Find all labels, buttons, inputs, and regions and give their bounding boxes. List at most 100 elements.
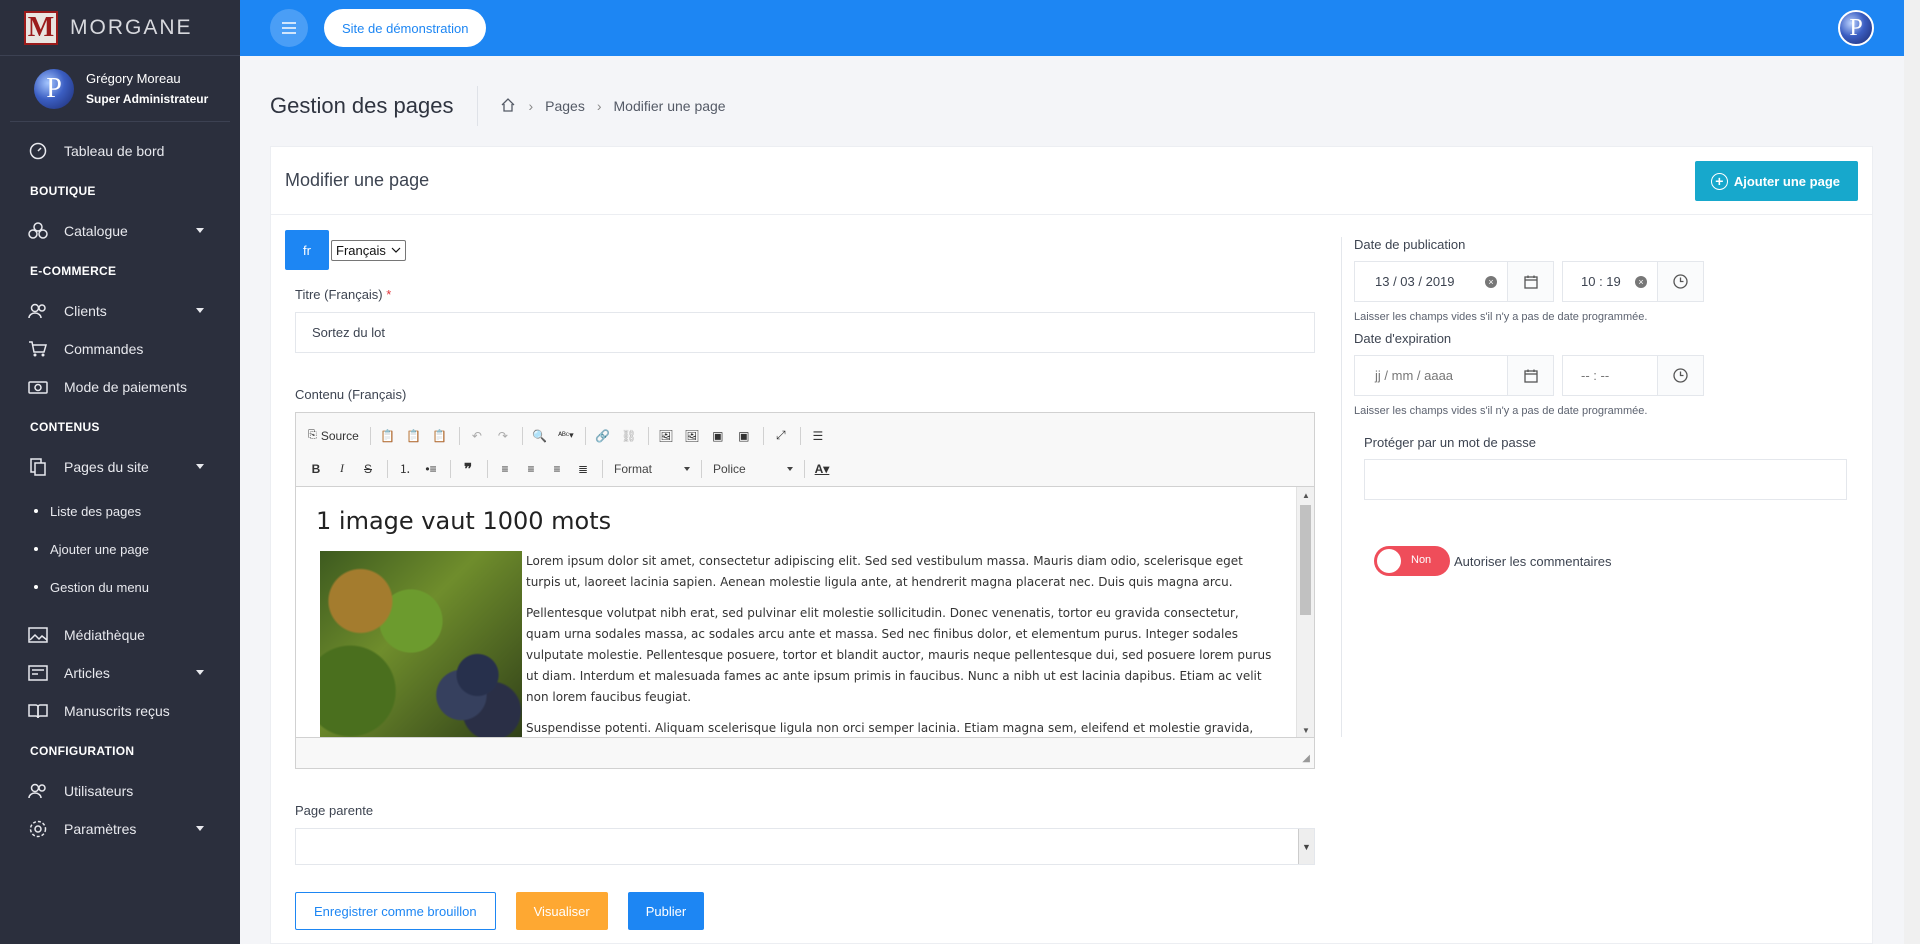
sidebar-item-articles[interactable]: Articles [0, 654, 240, 692]
redo-icon[interactable]: ↷ [491, 424, 515, 448]
chevron-down-icon [391, 247, 401, 253]
format-dropdown[interactable]: Format [608, 457, 696, 481]
youtube-icon[interactable]: ▣ [706, 424, 730, 448]
clear-icon[interactable]: × [1635, 275, 1647, 288]
find-icon[interactable]: 🔍 [528, 424, 552, 448]
grapes-image [320, 551, 522, 739]
editor-footer: ◢ [296, 737, 1314, 768]
breadcrumb-pages[interactable]: Pages [545, 98, 585, 114]
clock-icon[interactable] [1657, 356, 1703, 395]
add-page-button[interactable]: + Ajouter une page [1694, 161, 1858, 201]
sidebar-item-dashboard[interactable]: Tableau de bord [0, 132, 240, 170]
expiration-time-input[interactable]: -- : -- [1562, 355, 1704, 396]
bullet-list-icon[interactable]: •≡ [419, 457, 443, 481]
avatar: P [34, 68, 74, 109]
publication-hint: Laisser les champs vides s'il n'y a pas … [1354, 311, 1648, 323]
sidebar-item-catalogue[interactable]: Catalogue [0, 212, 240, 250]
italic-icon[interactable]: I [330, 457, 354, 481]
calendar-icon[interactable] [1507, 356, 1553, 395]
clock-icon[interactable] [1657, 262, 1703, 301]
sidebar-subitem-liste[interactable]: Liste des pages [0, 492, 240, 530]
preview-button[interactable]: Visualiser [515, 892, 608, 930]
image-icon[interactable]: 🖼 [654, 424, 678, 448]
comments-toggle[interactable]: Non [1374, 546, 1450, 576]
cut-icon[interactable]: 📋 [376, 424, 400, 448]
users-icon [28, 301, 48, 321]
sidebar-item-commandes[interactable]: Commandes [0, 330, 240, 368]
publication-time-input[interactable]: 10 : 19 × [1562, 261, 1704, 302]
calendar-icon[interactable] [1507, 262, 1553, 301]
sidebar-item-paiements[interactable]: Mode de paiements [0, 368, 240, 406]
user-profile[interactable]: P Grégory Moreau Super Administrateur [10, 56, 230, 122]
cart-icon [28, 339, 48, 359]
align-center-icon[interactable]: ≡ [519, 457, 543, 481]
scroll-up-icon[interactable]: ▲ [1302, 491, 1310, 500]
sidebar-item-manuscrits[interactable]: Manuscrits reçus [0, 692, 240, 730]
toolbar-separator [799, 426, 801, 445]
bold-icon[interactable]: B [304, 457, 328, 481]
home-icon[interactable] [500, 97, 516, 116]
menu-toggle-button[interactable] [270, 9, 308, 47]
chevron-down-icon [787, 466, 793, 471]
chevron-down-icon [196, 308, 204, 313]
scroll-down-icon[interactable]: ▼ [1302, 726, 1310, 735]
articles-icon [28, 663, 48, 683]
title-input[interactable]: Sortez du lot [295, 312, 1315, 353]
paste-icon[interactable]: 📋 [428, 424, 452, 448]
clear-icon[interactable]: × [1485, 275, 1497, 288]
sidebar-item-parametres[interactable]: Paramètres [0, 810, 240, 848]
undo-icon[interactable]: ↶ [465, 424, 489, 448]
editor-content[interactable]: 1 image vaut 1000 mots Lorem ipsum dolor… [296, 487, 1296, 739]
text-color-icon[interactable]: A▾ [810, 457, 834, 481]
sidebar-item-pages[interactable]: Pages du site [0, 448, 240, 486]
publication-date-input[interactable]: 13 / 03 / 2019 × [1354, 261, 1554, 302]
form-actions: Enregistrer comme brouillon Visualiser P… [295, 892, 724, 930]
topbar: Site de démonstration P [240, 0, 1904, 56]
unlink-icon[interactable]: ⛓ [617, 424, 641, 448]
source-button[interactable]: ⎘ Source [304, 424, 363, 448]
resize-handle-icon[interactable]: ◢ [1302, 753, 1310, 764]
expiration-date-input[interactable]: jj / mm / aaaa [1354, 355, 1554, 396]
avatar[interactable]: P [1838, 10, 1874, 46]
rich-text-editor: ⎘ Source 📋 📋 📋 ↶ ↷ 🔍 ᴬᴮᶜ▾ 🔗 ⛓ 🖼 🖼 ▣ ▣ ⤢ … [295, 412, 1315, 769]
comments-toggle-row: Non Autoriser les commentaires [1374, 546, 1871, 576]
align-left-icon[interactable]: ≡ [493, 457, 517, 481]
save-draft-button[interactable]: Enregistrer comme brouillon [295, 892, 496, 930]
spellcheck-icon[interactable]: ᴬᴮᶜ▾ [554, 424, 578, 448]
section-boutique: BOUTIQUE [30, 184, 96, 198]
language-tab-fr[interactable]: fr [285, 230, 329, 270]
publish-button[interactable]: Publier [627, 892, 705, 930]
sidebar-subitem-ajouter[interactable]: Ajouter une page [0, 530, 240, 568]
title-label-text: Titre (Français) [295, 287, 383, 302]
chevron-right-icon: › [528, 98, 534, 114]
sidebar-subitem-menu[interactable]: Gestion du menu [0, 568, 240, 606]
scrollbar-thumb[interactable] [1300, 505, 1311, 615]
editor-scrollbar[interactable]: ▲ ▼ [1296, 487, 1314, 739]
sidebar-item-utilisateurs[interactable]: Utilisateurs [0, 772, 240, 810]
sidebar-item-mediatheque[interactable]: Médiathèque [0, 616, 240, 654]
content-label: Contenu (Français) [295, 387, 407, 402]
align-right-icon[interactable]: ≡ [545, 457, 569, 481]
toggle-knob [1377, 549, 1401, 573]
password-input[interactable] [1364, 459, 1847, 500]
link-icon[interactable]: 🔗 [591, 424, 615, 448]
font-dropdown[interactable]: Police [707, 457, 799, 481]
blockquote-icon[interactable]: ❞ [456, 457, 480, 481]
align-justify-icon[interactable]: ≣ [571, 457, 595, 481]
language-select[interactable]: Français [331, 239, 406, 261]
page-scrollbar[interactable] [1904, 0, 1920, 944]
chevron-right-icon: › [596, 98, 602, 114]
page-break-icon[interactable]: ☰ [806, 424, 830, 448]
sidebar-item-label: Mode de paiements [64, 379, 187, 395]
parent-page-select[interactable]: ▼ [295, 828, 1315, 865]
brand[interactable]: M MORGANE [0, 0, 240, 56]
source-label: Source [320, 428, 359, 443]
gallery-icon[interactable]: 🖼 [680, 424, 704, 448]
video-icon[interactable]: ▣ [732, 424, 756, 448]
numbered-list-icon[interactable]: ⒈ [393, 457, 417, 481]
site-selector-button[interactable]: Site de démonstration [324, 9, 487, 47]
sidebar-item-clients[interactable]: Clients [0, 292, 240, 330]
copy-icon[interactable]: 📋 [402, 424, 426, 448]
strikethrough-icon[interactable]: S [356, 457, 380, 481]
maximize-icon[interactable]: ⤢ [769, 424, 793, 448]
